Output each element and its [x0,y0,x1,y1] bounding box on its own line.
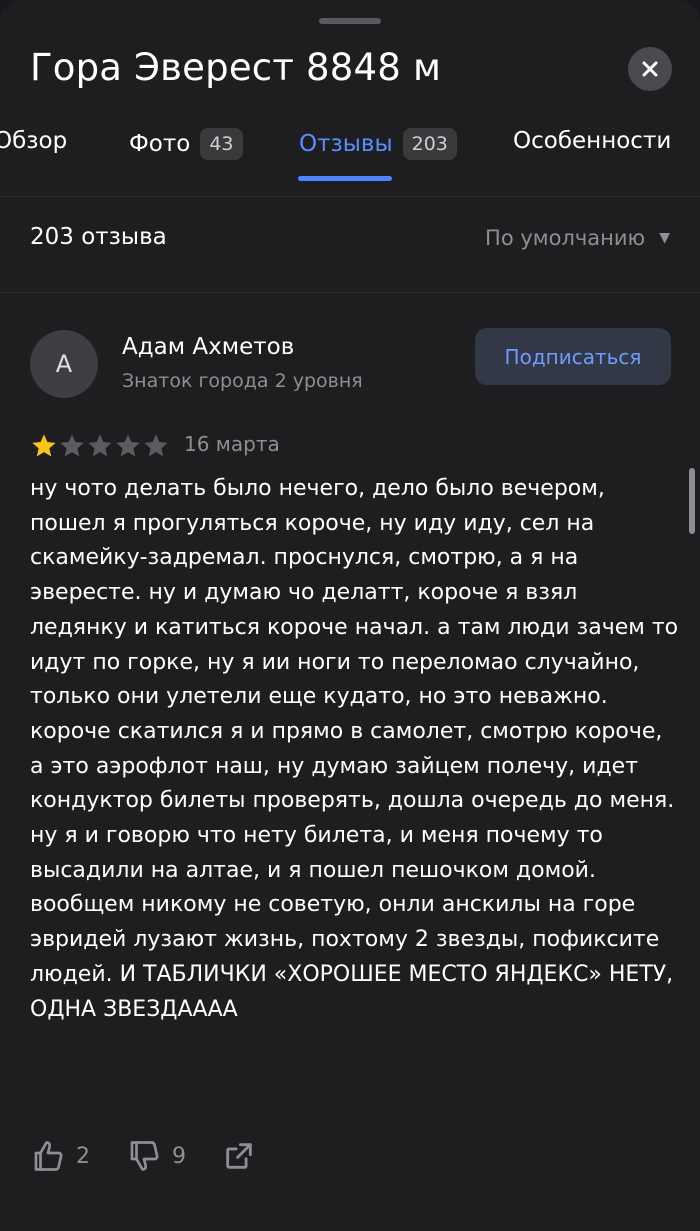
close-icon [642,61,658,77]
tab-photos[interactable]: Фото 43 [129,128,243,160]
star-icon [32,434,56,457]
star-icon [88,434,112,457]
tab-label: Обзор [0,128,68,154]
active-tab-indicator [298,176,392,181]
star-icon [144,434,168,457]
like-button[interactable]: 2 [30,1138,90,1174]
reviews-count: 203 отзыва [30,224,167,250]
avatar[interactable]: А [30,330,98,398]
tab-badge: 203 [402,128,457,160]
bottom-sheet: Гора Эверест 8848 м Обзор Фото 43 Отзывы… [0,0,700,1231]
rating-stars [30,432,170,460]
subscribe-button[interactable]: Подписаться [475,328,671,385]
tab-overview[interactable]: Обзор [0,128,67,154]
tab-label: Отзывы [299,131,393,157]
review-text: ну чото делать было нечего, дело было ве… [30,476,679,1022]
thumbs-up-icon [34,1141,63,1171]
sheet-grabber[interactable] [319,18,381,24]
divider [0,196,700,197]
like-count: 2 [76,1143,90,1169]
review-date: 16 марта [184,432,280,456]
sort-label: По умолчанию [485,226,646,250]
thumbs-down-icon [130,1141,159,1171]
tab-label: Особенности [513,128,672,154]
author-name[interactable]: Адам Ахметов [122,334,294,360]
review-actions: 2 9 [30,1136,302,1176]
star-icon [116,434,140,457]
tab-features[interactable]: Особенности [513,128,671,154]
tab-reviews[interactable]: Отзывы 203 [299,128,457,160]
share-icon [226,1143,252,1169]
star-icon [60,434,84,457]
scrollbar[interactable] [689,468,695,534]
divider [0,292,700,293]
author-level: Знаток города 2 уровня [122,370,363,392]
sort-dropdown[interactable]: По умолчанию ▼ [485,226,670,250]
tab-badge: 43 [200,128,243,160]
tab-label: Фото [129,131,191,157]
dislike-button[interactable]: 9 [126,1138,186,1174]
close-button[interactable] [628,47,672,91]
dislike-count: 9 [172,1143,186,1169]
tab-bar: Обзор Фото 43 Отзывы 203 Особенности [0,120,700,190]
page-title: Гора Эверест 8848 м [30,46,442,89]
chevron-down-icon: ▼ [659,230,670,246]
share-button[interactable] [222,1139,266,1173]
